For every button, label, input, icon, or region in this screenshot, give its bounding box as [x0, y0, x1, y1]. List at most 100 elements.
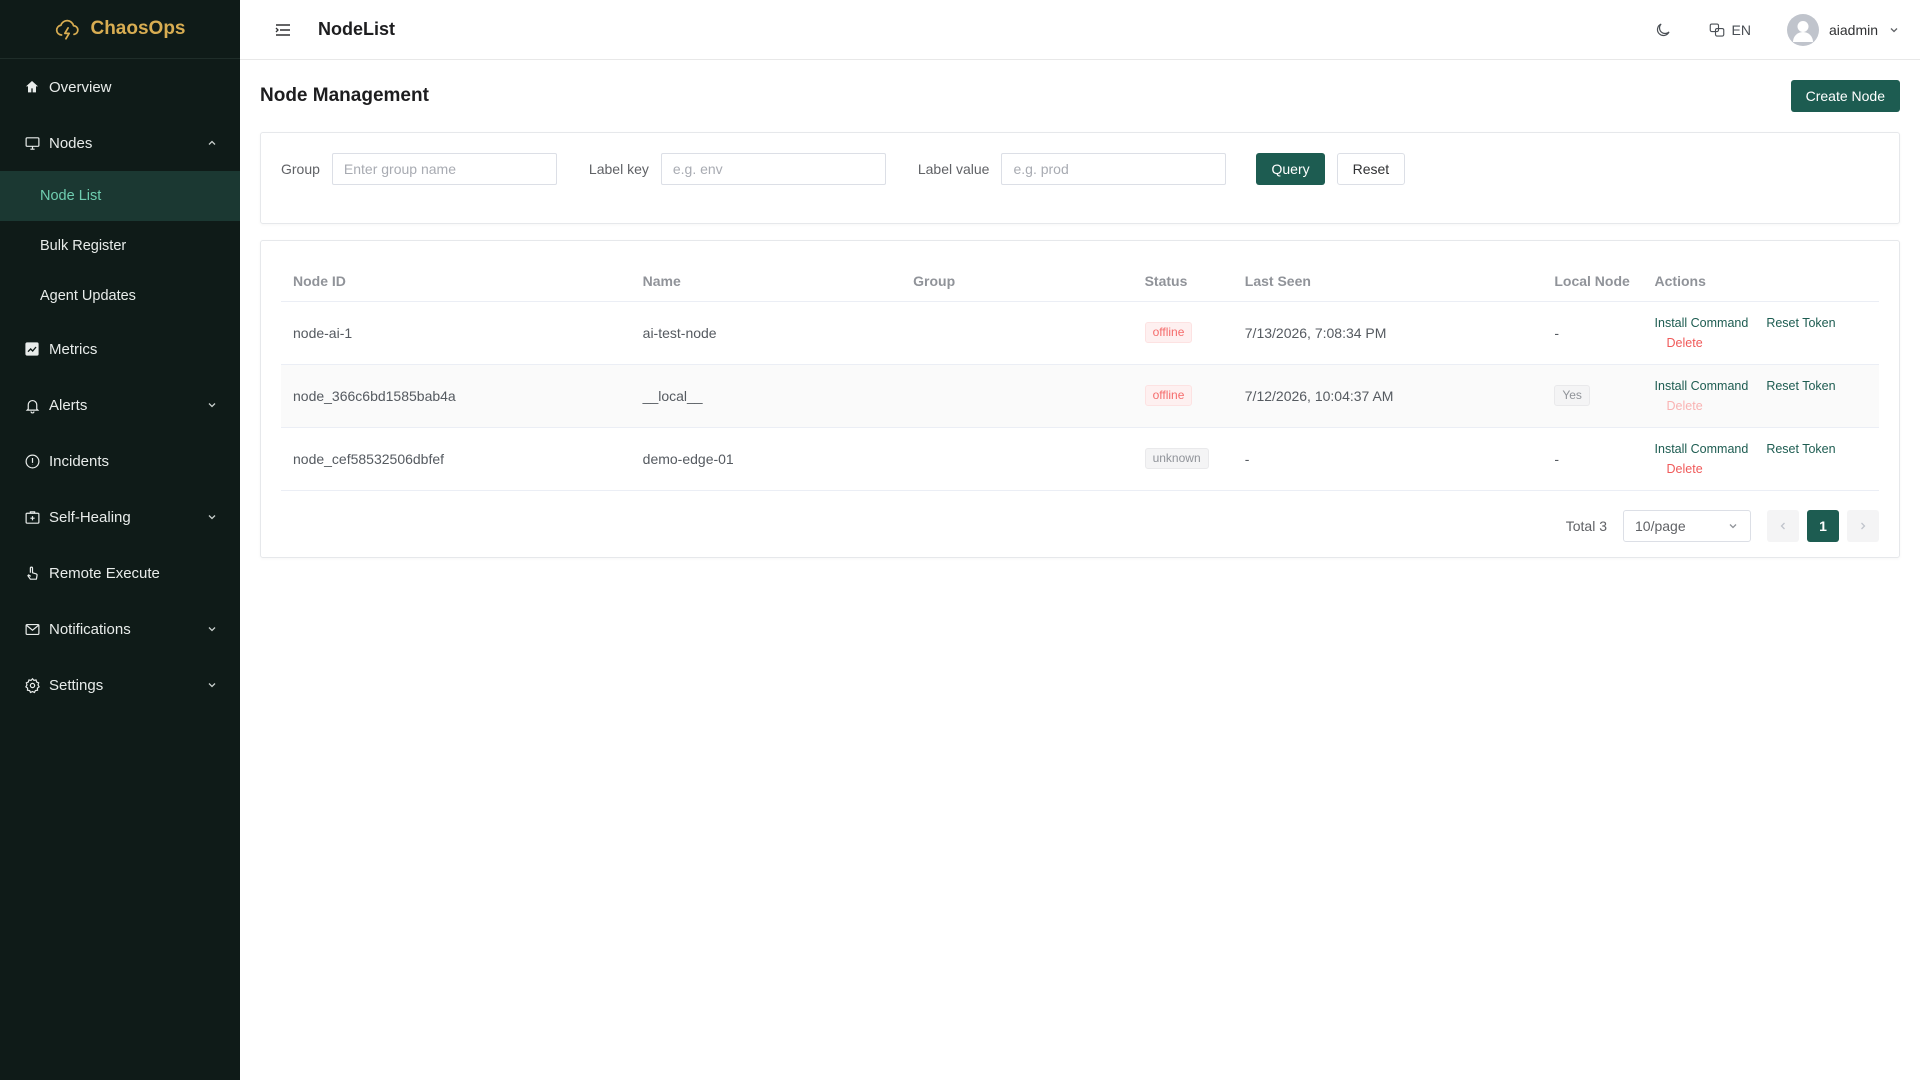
menu-toggle-icon[interactable]: [274, 21, 292, 39]
total-count: Total 3: [1565, 517, 1607, 534]
sidebar-item-incidents[interactable]: Incidents: [0, 433, 240, 489]
chevron-down-icon: [206, 511, 218, 523]
node-id-cell: node-ai-1: [281, 301, 631, 365]
status-cell: offline: [1132, 301, 1233, 365]
avatar: [1786, 13, 1819, 46]
node-name-cell: __local__: [630, 364, 902, 428]
status-badge: offline: [1144, 322, 1193, 343]
language-label: EN: [1731, 21, 1751, 38]
sidebar-item-label: Overview: [49, 78, 112, 96]
prev-page-button[interactable]: [1767, 509, 1799, 542]
sidebar-item-metrics[interactable]: Metrics: [0, 321, 240, 377]
group-input[interactable]: [331, 153, 557, 185]
status-badge: unknown: [1144, 448, 1209, 469]
node-id-cell: node_366c6bd1585bab4a: [281, 364, 631, 428]
sidebar-item-label: Self-Healing: [49, 508, 131, 526]
column-header[interactable]: Local Node: [1542, 261, 1643, 302]
sidebar-item-label: Metrics: [49, 340, 98, 358]
last-seen-cell: 7/13/2026, 7:08:34 PM: [1232, 301, 1543, 365]
node-group-cell: [901, 301, 1133, 365]
sidebar-item-self-healing[interactable]: Self-Healing: [0, 489, 240, 545]
bell-icon: [23, 396, 41, 414]
reset-token-link[interactable]: Reset Token: [1766, 379, 1835, 393]
sidebar-item-label: Nodes: [49, 134, 93, 152]
sidebar-item-nodes[interactable]: Nodes: [0, 115, 240, 171]
label-key-filter: Label key: [589, 153, 886, 185]
sidebar: ChaosOps Overview Nodes Node List Bulk R…: [0, 0, 240, 1080]
install-command-link[interactable]: Install Command: [1655, 442, 1749, 456]
delete-link[interactable]: Delete: [1667, 462, 1703, 476]
page-breadcrumb-title: NodeList: [318, 19, 396, 39]
cloud-lightning-icon: [56, 19, 80, 40]
local-node-cell: Yes: [1542, 364, 1643, 428]
status-badge: offline: [1144, 385, 1193, 406]
page-number-button[interactable]: 1: [1807, 509, 1839, 542]
delete-link-disabled: Delete: [1666, 398, 1703, 413]
top-header: NodeList EN aiadmin: [240, 0, 1920, 60]
theme-toggle-button[interactable]: [1654, 21, 1672, 39]
header-actions: EN aiadmin: [1654, 13, 1900, 46]
label-key-input[interactable]: [660, 153, 886, 185]
local-node-cell: -: [1542, 301, 1643, 365]
label-value-filter-label: Label value: [917, 161, 990, 177]
user-menu[interactable]: aiadmin: [1786, 13, 1900, 46]
next-page-button[interactable]: [1847, 509, 1879, 542]
chevron-left-icon: [1780, 522, 1785, 529]
column-header[interactable]: Name: [630, 261, 902, 302]
page-buttons: 1: [1767, 509, 1879, 542]
actions-cell: Install Command Reset Token Delete: [1642, 364, 1879, 428]
monitor-icon: [23, 134, 41, 152]
brand-name: ChaosOps: [90, 18, 186, 39]
sidebar-item-label: Alerts: [49, 396, 88, 414]
sidebar-item-settings[interactable]: Settings: [0, 657, 240, 713]
install-command-link[interactable]: Install Command: [1655, 316, 1749, 330]
reset-token-link[interactable]: Reset Token: [1766, 442, 1835, 456]
sidebar-item-alerts[interactable]: Alerts: [0, 377, 240, 433]
sidebar-item-label: Notifications: [49, 620, 131, 638]
first-aid-icon: [23, 508, 41, 526]
chevron-right-icon: [1861, 522, 1866, 529]
chevron-down-icon: [206, 399, 218, 411]
brand[interactable]: ChaosOps: [0, 0, 240, 59]
group-filter-label: Group: [281, 161, 320, 177]
page-header: Node Management Create Node: [260, 60, 1900, 132]
chevron-down-icon: [1729, 523, 1737, 528]
column-header[interactable]: Actions: [1642, 261, 1879, 302]
delete-link[interactable]: Delete: [1667, 336, 1703, 350]
column-header[interactable]: Group: [901, 261, 1133, 302]
filter-panel: Group Label key Label value Query Reset: [260, 132, 1900, 224]
sidebar-subitem-bulk-register[interactable]: Bulk Register: [0, 221, 240, 271]
query-button[interactable]: Query: [1256, 153, 1325, 185]
chart-icon: [23, 340, 41, 358]
label-value-input[interactable]: [1001, 153, 1227, 185]
main-content: Node Management Create Node Group Label …: [240, 60, 1920, 1080]
reset-token-link[interactable]: Reset Token: [1766, 316, 1835, 330]
column-header[interactable]: Last Seen: [1232, 261, 1543, 302]
sidebar-item-notifications[interactable]: Notifications: [0, 601, 240, 657]
home-icon: [23, 78, 41, 96]
nodes-table-panel: Node ID Name Group Status Last Seen Loca…: [260, 240, 1900, 558]
mail-icon: [23, 620, 41, 638]
page-size-select[interactable]: 10/page: [1623, 509, 1751, 542]
sidebar-item-remote-execute[interactable]: Remote Execute: [0, 545, 240, 601]
page-size-value: 10/page: [1635, 517, 1686, 534]
language-switch-button[interactable]: EN: [1708, 21, 1751, 39]
group-filter: Group: [281, 153, 557, 185]
chevron-up-icon: [206, 137, 218, 149]
sidebar-subitem-node-list[interactable]: Node List: [0, 171, 240, 221]
column-header[interactable]: Status: [1132, 261, 1233, 302]
table-row: node_cef58532506dbfef demo-edge-01 unkno…: [281, 427, 1879, 491]
status-cell: offline: [1132, 364, 1233, 428]
sidebar-subitem-agent-updates[interactable]: Agent Updates: [0, 271, 240, 321]
install-command-link[interactable]: Install Command: [1655, 379, 1749, 393]
page-title: Node Management: [260, 85, 429, 106]
node-id-cell: node_cef58532506dbfef: [281, 427, 631, 491]
sidebar-item-overview[interactable]: Overview: [0, 59, 240, 115]
sidebar-menu: Overview Nodes Node List Bulk Register A…: [0, 59, 240, 713]
create-node-button[interactable]: Create Node: [1790, 80, 1900, 112]
actions-cell: Install Command Reset Token Delete: [1642, 301, 1879, 365]
reset-button[interactable]: Reset: [1336, 153, 1406, 185]
node-name-cell: ai-test-node: [630, 301, 902, 365]
local-node-cell: -: [1542, 427, 1643, 491]
column-header[interactable]: Node ID: [281, 261, 631, 302]
